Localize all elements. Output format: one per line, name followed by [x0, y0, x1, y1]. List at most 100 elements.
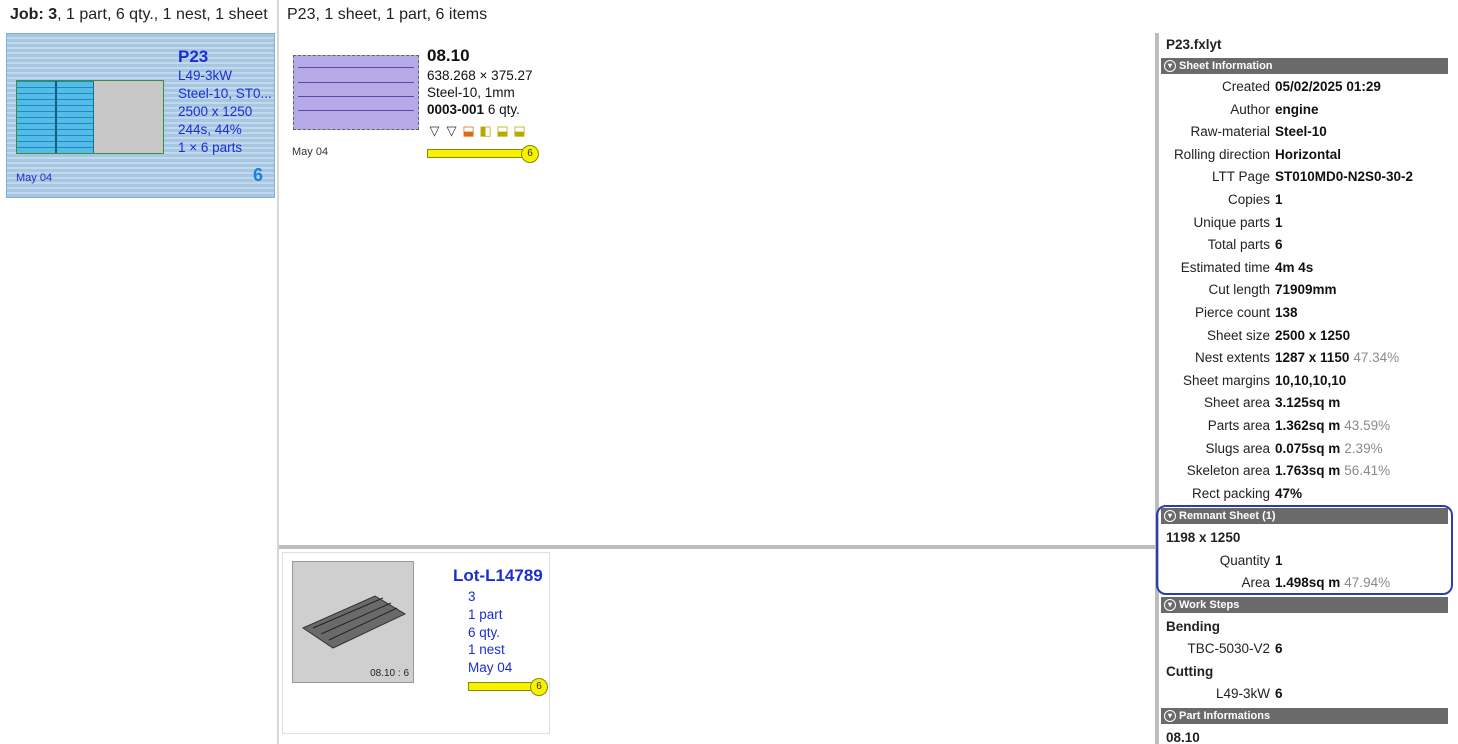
section-work-steps[interactable]: ▾ Work Steps	[1161, 597, 1448, 613]
row-key: Quantity	[1219, 553, 1270, 568]
part-id: 0003-001	[427, 102, 485, 117]
bent-part-3d-icon	[301, 595, 407, 649]
part-item[interactable]: May 04 08.10 638.268 × 375.27 Steel-10, …	[279, 33, 579, 173]
sheet-info-row: Unique parts 1	[1159, 215, 1449, 235]
row-value: 6	[1275, 641, 1283, 656]
collapse-icon: ▾	[1164, 599, 1176, 611]
section-sheet-information[interactable]: ▾ Sheet Information	[1161, 58, 1448, 74]
sheet-info-row: Parts area 1.362sq m 43.59%	[1159, 418, 1449, 438]
cutting-machine-row: L49-3kW 6	[1159, 686, 1449, 706]
row-value: 6	[1275, 237, 1283, 253]
row-value: ST010MD0-N2S0-30-2	[1275, 169, 1414, 185]
section-title: Remnant Sheet (1)	[1179, 510, 1276, 522]
row-value: 1	[1275, 192, 1283, 207]
job-label: Job:	[10, 6, 44, 23]
part-strip-line	[298, 82, 414, 83]
row-value: 1	[1275, 214, 1283, 230]
part-strip-line	[298, 67, 414, 68]
sheet-info-row: Cut length 71909mm	[1159, 282, 1449, 302]
lot-job: 3	[468, 589, 476, 604]
work-step-cutting: Cutting	[1166, 664, 1214, 679]
row-key: Cut length	[1208, 282, 1270, 298]
part-strip-line	[298, 96, 414, 97]
layout-filename: P23.fxlyt	[1166, 37, 1222, 52]
jobs-column: Job: 3, 1 part, 6 qty., 1 nest, 1 sheet …	[0, 0, 278, 744]
lot-qty: 6 qty.	[468, 625, 501, 640]
row-key: Parts area	[1207, 418, 1270, 433]
row-key: Sheet margins	[1182, 372, 1270, 388]
remnant-quantity-row: Quantity 1	[1159, 553, 1449, 573]
sheet-summary-header: P23, 1 sheet, 1 part, 6 items	[287, 6, 488, 23]
row-key: Total parts	[1207, 237, 1270, 253]
sheet-info-row: Total parts 6	[1159, 237, 1449, 257]
section-title: Part Informations	[1179, 710, 1271, 722]
row-value: Steel-10	[1275, 124, 1327, 140]
row-value: 6	[1275, 686, 1283, 701]
part-progress-count: 6	[521, 145, 539, 163]
sheet-card-parts: 1 × 6 parts	[178, 140, 243, 155]
sheet-info-row: Rect packing 47%	[1159, 486, 1449, 506]
row-value: 4m 4s	[1275, 259, 1314, 275]
row-key: Area	[1241, 575, 1270, 590]
row-value: 10,10,10,10	[1275, 372, 1347, 388]
sheet-info-row: Sheet margins 10,10,10,10	[1159, 373, 1449, 393]
sheet-info-row: Rolling direction Horizontal	[1159, 147, 1449, 167]
collapse-icon: ▾	[1164, 710, 1176, 722]
part-strip-line	[298, 110, 414, 111]
work-step-bending: Bending	[1166, 619, 1220, 634]
row-value: 0.075sq m 2.39%	[1275, 440, 1383, 456]
section-remnant-sheet[interactable]: ▾ Remnant Sheet (1)	[1161, 508, 1448, 524]
sheet-info-row: Author engine	[1159, 102, 1449, 122]
row-key: Author	[1230, 101, 1270, 117]
row-value: 2500 x 1250	[1275, 327, 1351, 343]
row-value: 1287 x 1150 47.34%	[1275, 350, 1400, 366]
sheet-thumbnail	[16, 80, 164, 154]
part-dimensions: 638.268 × 375.27	[427, 68, 533, 83]
nest-divider	[55, 81, 57, 153]
part-thumbnail	[293, 55, 419, 130]
lot-card[interactable]: 08.10 : 6 Lot-L14789 3 1 part 6 qty. 1 n…	[282, 552, 550, 734]
cut-icon: ▽	[429, 123, 440, 138]
remnant-size: 1198 x 1250	[1166, 530, 1241, 545]
lot-nest: 1 nest	[468, 642, 505, 657]
part-progress-bar	[427, 149, 523, 158]
sheet-card[interactable]: P23 L49-3kW Steel-10, ST0... 2500 x 1250…	[6, 33, 275, 198]
row-value: 1.362sq m 43.59%	[1275, 418, 1391, 433]
row-key: Rect packing	[1191, 485, 1270, 501]
sheet-info-row: Copies 1	[1159, 192, 1449, 212]
row-key: TBC-5030-V2	[1187, 641, 1270, 656]
sheet-card-size: 2500 x 1250	[178, 104, 253, 119]
lot-thumb-label: 08.10 : 6	[370, 668, 409, 679]
row-value: 1.763sq m 56.41%	[1275, 463, 1391, 479]
row-key: Nest extents	[1194, 350, 1270, 366]
row-key: Sheet size	[1206, 327, 1270, 343]
sheet-info-row: Sheet size 2500 x 1250	[1159, 328, 1449, 348]
section-part-informations[interactable]: ▾ Part Informations	[1161, 708, 1448, 724]
part-material: Steel-10, 1mm	[427, 85, 515, 100]
part-info-name: 08.10	[1166, 730, 1200, 744]
row-value: 47%	[1275, 485, 1303, 501]
lot-thumbnail: 08.10 : 6	[292, 561, 414, 683]
sheet-card-material: Steel-10, ST0...	[178, 86, 272, 101]
part-title: 08.10	[427, 46, 470, 65]
sheet-card-machine: L49-3kW	[178, 68, 233, 83]
bend-left-icon: ◧	[479, 123, 492, 138]
row-key: Skeleton area	[1186, 463, 1270, 479]
row-key: Sheet area	[1203, 395, 1270, 411]
job-summary: , 1 part, 6 qty., 1 nest, 1 sheet	[57, 6, 268, 23]
row-value: 1	[1275, 553, 1283, 568]
row-key: LTT Page	[1211, 169, 1270, 185]
bend-down-icon: ⬓	[513, 123, 526, 138]
sheet-info-row: Sheet area 3.125sq m	[1159, 395, 1449, 415]
row-key: Raw-material	[1190, 124, 1270, 140]
section-title: Work Steps	[1179, 599, 1240, 611]
part-qty: 6 qty.	[487, 102, 520, 117]
job-number: 3	[48, 6, 58, 23]
sheet-info-row: Pierce count 138	[1159, 305, 1449, 325]
row-value: engine	[1275, 101, 1319, 117]
row-key: Rolling direction	[1173, 146, 1270, 162]
collapse-icon: ▾	[1164, 510, 1176, 522]
lots-pane: 08.10 : 6 Lot-L14789 3 1 part 6 qty. 1 n…	[279, 549, 1155, 744]
row-key: Estimated time	[1180, 259, 1270, 275]
cut-icon: ▽	[446, 123, 457, 138]
